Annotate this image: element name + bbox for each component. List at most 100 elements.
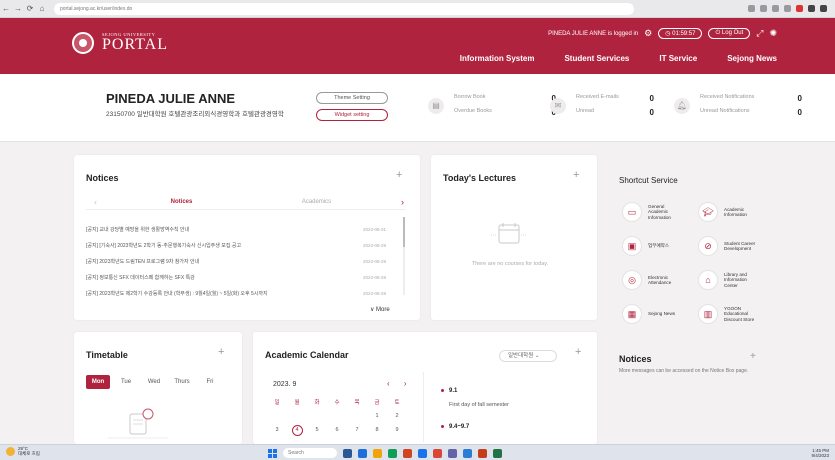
windows-start-icon[interactable]: [268, 448, 277, 458]
calendar-day[interactable]: 3: [267, 427, 287, 433]
shortcut-academic-information[interactable]: 🎓︎ Academic Information: [698, 202, 778, 222]
tab-wed[interactable]: Wed: [142, 375, 166, 389]
shortcut-general-academic[interactable]: ▭ General Academic Information: [622, 202, 702, 222]
forward-icon[interactable]: →: [12, 4, 24, 13]
extension-icon[interactable]: [772, 5, 779, 12]
calendar-day[interactable]: 1: [367, 413, 387, 419]
home-icon[interactable]: ⌂: [36, 4, 48, 13]
side-notices-title: Notices: [619, 354, 652, 364]
logout-button[interactable]: ⏻ Log Out: [708, 28, 751, 39]
list-item[interactable]: [공지] 2023학년도 제2학기 수강등록 안내 (학부생) : 9월4일(월…: [86, 285, 386, 301]
profile-icon[interactable]: [808, 5, 815, 12]
calendar-day[interactable]: 7: [347, 427, 367, 433]
monitor-icon: ▭: [622, 202, 642, 222]
portal-logo[interactable]: SEJONG UNIVERSITY PORTAL: [72, 32, 168, 54]
extension-icon[interactable]: [796, 5, 803, 12]
store-app-icon[interactable]: [418, 448, 427, 458]
shortcut-sejong-news[interactable]: ▦ Sejong News: [622, 304, 702, 324]
notice-text: [공지] 2023학년도 드림TEN 프로그램 9차 참가자 안내: [86, 258, 200, 265]
list-item[interactable]: [공지] 교내 강당별 예방을 위한 생활방역수칙 안내 2023-08-31: [86, 221, 386, 237]
tab-thurs[interactable]: Thurs: [170, 375, 194, 389]
settings-icon[interactable]: ⚙: [644, 28, 652, 39]
calendar-day[interactable]: 9: [387, 427, 407, 433]
tab-notices[interactable]: Notices: [114, 199, 249, 205]
calendar-divider: [423, 372, 424, 442]
menu-it-service[interactable]: IT Service: [659, 54, 697, 63]
tab-prev-icon[interactable]: ‹: [94, 197, 114, 207]
fullscreen-icon[interactable]: ⤢: [756, 28, 763, 39]
list-item[interactable]: [공지] 정보통신 SFX 데이터스페 함께하는 SFX 특강 2023-08-2…: [86, 269, 386, 285]
shortcut-business-reservation[interactable]: ▣ 업무예약스: [622, 236, 702, 256]
calendar-plus-button[interactable]: +: [575, 346, 581, 358]
address-bar[interactable]: portal.sejong.ac.kr/user/index.do: [54, 2, 634, 15]
library-icon: ⌂: [698, 270, 718, 290]
notices-plus-button[interactable]: +: [396, 169, 402, 181]
timetable-card: Timetable + Mon Tue Wed Thurs Fri: [74, 332, 242, 444]
shortcut-label: Student Career Development: [724, 240, 756, 251]
chrome-icon[interactable]: [433, 448, 442, 458]
theme-setting-button[interactable]: Theme Setting: [316, 92, 388, 104]
notification-stats[interactable]: 🔔︎ Received Notifications 0 Unread Notifi…: [674, 94, 802, 117]
tab-fri[interactable]: Fri: [198, 375, 222, 389]
side-notices-plus-button[interactable]: +: [750, 351, 756, 362]
calendar-day[interactable]: 2: [387, 413, 407, 419]
tab-next-icon[interactable]: ›: [384, 197, 404, 207]
menu-student-services[interactable]: Student Services: [564, 54, 629, 63]
powerpoint-icon[interactable]: [478, 448, 487, 458]
calendar-event[interactable]: 9.4~9.7: [441, 424, 469, 430]
weekday-tabs: Mon Tue Wed Thurs Fri: [86, 375, 222, 389]
more-link[interactable]: ∨ More: [370, 306, 390, 313]
excel-icon[interactable]: [493, 448, 502, 458]
list-item[interactable]: [공지] 2023학년도 드림TEN 프로그램 9차 참가자 안내 2023-08…: [86, 253, 386, 269]
calendar-day[interactable]: 6: [327, 427, 347, 433]
bookmark-icon[interactable]: [784, 5, 791, 12]
shortcut-library[interactable]: ⌂ Library and Information Center: [698, 270, 778, 290]
tab-tue[interactable]: Tue: [114, 375, 138, 389]
shortcut-career-development[interactable]: ⊘ Student Career Development: [698, 236, 778, 256]
file-explorer-icon[interactable]: [373, 448, 382, 458]
tab-academics[interactable]: Academics: [249, 199, 384, 205]
extension-icon[interactable]: [748, 5, 755, 12]
reload-icon[interactable]: ⟳: [24, 4, 36, 13]
notice-list: [공지] 교내 강당별 예방을 위한 생활방역수칙 안내 2023-08-31 […: [86, 221, 386, 301]
stat-label: Received E-mails: [576, 94, 619, 100]
teams-icon[interactable]: [448, 448, 457, 458]
gear-icon[interactable]: ✺: [769, 28, 777, 39]
task-view-icon[interactable]: [343, 448, 352, 458]
menu-sejong-news[interactable]: Sejong News: [727, 54, 777, 63]
calendar-day[interactable]: 8: [367, 427, 387, 433]
calendar-program-select[interactable]: 일반대학원 ⌄: [499, 350, 557, 362]
edge-icon[interactable]: [388, 448, 397, 458]
widget-setting-button[interactable]: Widget setting: [316, 109, 388, 121]
back-icon[interactable]: ←: [0, 4, 12, 13]
menu-icon[interactable]: [820, 5, 827, 12]
notice-date: 2023-08-28: [362, 274, 386, 280]
office-icon[interactable]: [403, 448, 412, 458]
email-stats[interactable]: ✉ Received E-mails 0 Unread 0: [550, 94, 654, 117]
extension-icon[interactable]: [760, 5, 767, 12]
calendar-event[interactable]: 9.1 First day of fall semester: [441, 388, 509, 408]
clock-date: 9/4/2023: [811, 453, 829, 459]
taskbar-search[interactable]: Search: [283, 448, 337, 458]
session-timer[interactable]: ◷ 01:59:57: [658, 28, 703, 39]
widgets-icon[interactable]: [358, 448, 367, 458]
lectures-empty-text: There are no courses for today.: [471, 261, 549, 267]
news-icon: ▦: [622, 304, 642, 324]
calendar-day[interactable]: 5: [307, 427, 327, 433]
lectures-plus-button[interactable]: +: [573, 169, 579, 181]
taskbar-clock[interactable]: 1:45 PM 9/4/2023: [811, 448, 829, 459]
list-item[interactable]: [공지] [기숙사] 2023학년도 2학기 동·추문행복기숙사 신시입주생 모…: [86, 237, 386, 253]
library-stats[interactable]: ▤ Borrow Book0 Overdue Books0: [428, 94, 556, 117]
calendar-day-today[interactable]: 4: [287, 424, 307, 436]
timetable-plus-button[interactable]: +: [218, 346, 224, 358]
menu-information-system[interactable]: Information System: [460, 54, 535, 63]
shortcut-discount-store[interactable]: ▥ YGOON Educational Discount Store: [698, 304, 778, 324]
shortcut-electronic-attendance[interactable]: ◎ Electronic Attendance: [622, 270, 702, 290]
id-card-icon: ▣: [622, 236, 642, 256]
tab-mon[interactable]: Mon: [86, 375, 110, 389]
word-icon[interactable]: [463, 448, 472, 458]
weather-widget[interactable]: 29°C 대체로 흐림: [6, 446, 40, 457]
scrollbar-thumb[interactable]: [403, 217, 405, 247]
month-nav-arrows[interactable]: ‹ ›: [387, 379, 413, 388]
profile-panel: PINEDA JULIE ANNE 23150700 일반대학원 호텔관광조리외…: [0, 74, 835, 142]
